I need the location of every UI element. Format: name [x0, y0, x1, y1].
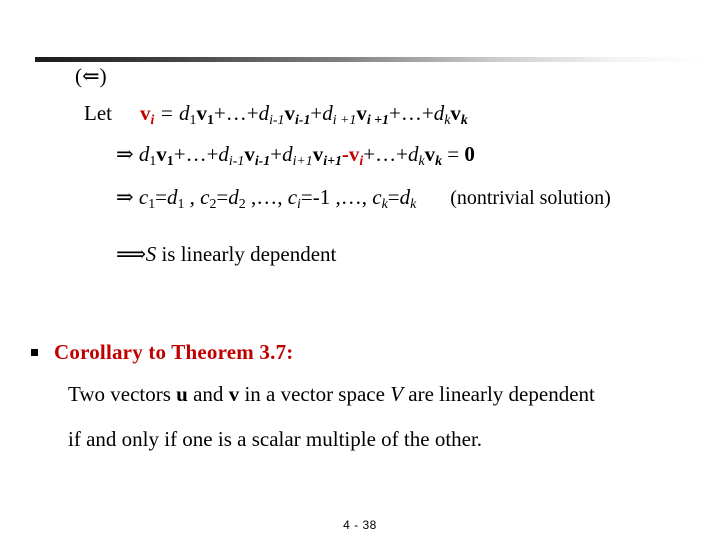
plus-ellipsis-2: +…+: [389, 100, 434, 125]
slide: (⇐) Let vi = d1v1+…+di-1vi-1+di +1vi +1+……: [0, 0, 720, 540]
term-di+1: di +1: [322, 100, 357, 127]
v1: v1: [196, 100, 214, 127]
corollary-statement-line-1: Two vectors u and v in a vector space V …: [68, 382, 720, 406]
eq-minus-one: =-1: [300, 185, 331, 210]
coef-ci: ci: [287, 185, 301, 212]
equation-line-1: Let vi = d1v1+…+di-1vi-1+di +1vi +1+…+dkv…: [84, 101, 720, 128]
term-dk: dk: [433, 100, 451, 127]
minus-vector-v-i: -vi: [341, 141, 364, 168]
implies-arrow-2: ⇒: [116, 185, 134, 210]
coef-c1: c1: [138, 185, 156, 212]
implies-arrow-3: ⟹: [116, 242, 146, 267]
slide-footer-page-number: 4 - 38: [343, 518, 377, 532]
slide-body: (⇐) Let vi = d1v1+…+di-1vi-1+di +1vi +1+……: [0, 62, 720, 267]
vector-v-i: vi: [139, 100, 155, 127]
stmt-pre: Two vectors: [68, 382, 177, 406]
comma-1: ,: [184, 185, 201, 210]
nontrivial-solution-note: (nontrivial solution): [450, 187, 611, 210]
term-d1v1-b: d1: [138, 141, 157, 168]
set-S: S: [145, 242, 157, 267]
direction-marker: (⇐): [75, 64, 107, 88]
term-di-1: di-1: [258, 100, 285, 127]
vi-1: vi-1: [284, 100, 311, 127]
vector-v: v: [228, 382, 240, 406]
coef-c2: c2: [200, 185, 217, 212]
plus-ellipsis-3: +…+: [173, 141, 219, 166]
vector-u: u: [176, 382, 188, 406]
term-di+1-b: di+1: [282, 141, 313, 168]
corollary-statement-line-2: if and only if one is a scalar multiple …: [68, 427, 483, 451]
plus-1: +: [310, 100, 323, 125]
v1-b: v1: [156, 141, 174, 168]
coef-d1: d1: [166, 185, 185, 212]
comma-ellipsis-1: ,…,: [245, 185, 288, 210]
implies-arrow-1: ⇒: [116, 141, 134, 166]
vi+1-b: vi+1: [312, 141, 342, 168]
term-d1v1: d1: [179, 100, 197, 127]
equation-line-4: ⟹S is linearly dependent: [116, 242, 720, 267]
corollary-title: Corollary to Theorem 3.7:: [54, 340, 294, 364]
vector-space-V: V: [390, 382, 404, 406]
equals-sign: =: [154, 100, 180, 125]
eq-3: =: [387, 185, 400, 210]
vi+1: vi +1: [356, 100, 389, 127]
term-di-1-b: di-1: [218, 141, 245, 168]
eq-2: =: [216, 185, 229, 210]
comma-ellipsis-2: ,…,: [330, 185, 373, 210]
vk-b: vk: [424, 141, 443, 168]
vi-1-b: vi-1: [244, 141, 271, 168]
coef-ck: ck: [372, 185, 388, 212]
plus-ellipsis-1: +…+: [213, 100, 259, 125]
plus-2: +: [270, 141, 283, 166]
let-label: Let: [84, 100, 112, 125]
coef-d2: d2: [228, 185, 246, 212]
linearly-dependent-text: is linearly dependent: [156, 242, 337, 267]
term-dk-b: dk: [407, 141, 425, 168]
vk: vk: [450, 100, 468, 127]
eq-1: =: [155, 185, 167, 210]
equation-line-2: ⇒ d1v1+…+di-1vi-1+di+1vi+1-vi+…+dkvk = 0: [116, 142, 720, 169]
equation-line-3: ⇒ c1=d1 , c2=d2 ,…, ci=-1 ,…, ck=dk (nont…: [116, 185, 720, 212]
stmt-mid: and: [187, 382, 229, 406]
square-bullet-icon: [31, 349, 38, 356]
zero-vector: 0: [464, 141, 475, 166]
equals-zero: =: [442, 141, 465, 166]
stmt-after: in a vector space: [239, 382, 391, 406]
stmt-end: are linearly dependent: [403, 382, 595, 406]
coef-dk: dk: [399, 185, 417, 212]
plus-ellipsis-4: +…+: [363, 141, 408, 166]
corollary-heading-row: Corollary to Theorem 3.7:: [0, 340, 720, 365]
